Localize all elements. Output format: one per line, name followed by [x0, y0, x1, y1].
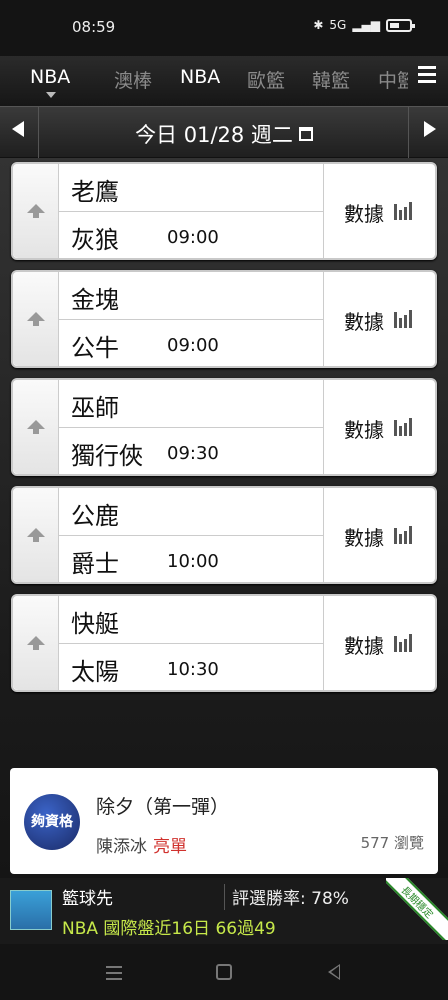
news-title: 除夕（第一彈） [96, 796, 230, 818]
league-tabs: NBA 澳棒 NBA 歐籃 韓籃 中籃 [0, 56, 448, 106]
banner-thumbnail [10, 890, 52, 930]
home-team: 爵士 [71, 550, 119, 578]
game-card[interactable]: 巫師 獨行俠 09:30 數據 [11, 378, 437, 476]
stats-label: 數據 [344, 526, 384, 550]
stats-button[interactable]: 數據 [323, 596, 435, 690]
author-avatar: 夠資格 [24, 794, 80, 850]
next-day-arrow-icon[interactable] [424, 121, 436, 137]
game-time: 10:30 [167, 659, 219, 680]
status-icons: ✱ 5G ▂▄▆ [313, 18, 415, 32]
team-divider [59, 211, 325, 212]
tab-korean-basketball[interactable]: 韓籃 [312, 66, 350, 93]
home-team: 獨行俠 [71, 442, 143, 470]
current-league-tab[interactable]: NBA [30, 66, 70, 88]
tab-dropdown-indicator [46, 92, 56, 98]
bar-chart-icon [394, 416, 414, 436]
pin-up-arrow-icon [27, 204, 45, 218]
game-card[interactable]: 老鷹 灰狼 09:00 數據 [11, 162, 437, 260]
game-time: 09:00 [167, 227, 219, 248]
back-icon[interactable] [328, 964, 340, 980]
game-time: 09:30 [167, 443, 219, 464]
home-team: 太陽 [71, 658, 119, 686]
news-tag: 亮單 [153, 837, 187, 857]
game-time: 10:00 [167, 551, 219, 572]
pin-up-arrow-icon [27, 312, 45, 326]
pin-button[interactable] [13, 596, 59, 690]
status-time: 08:59 [72, 18, 116, 36]
away-team: 金塊 [71, 286, 119, 314]
stats-label: 數據 [344, 202, 384, 226]
pin-up-arrow-icon [27, 528, 45, 542]
news-card[interactable]: 夠資格 除夕（第一彈） 陳添冰 亮單 577 瀏覽 [10, 768, 438, 874]
team-divider [59, 319, 325, 320]
bar-chart-icon [394, 200, 414, 220]
ribbon-label: 長期穩定 [386, 878, 448, 940]
home-team: 公牛 [71, 334, 119, 362]
tab-australian-baseball[interactable]: 澳棒 [114, 66, 152, 93]
tab-chinese-basketball[interactable]: 中籃 [378, 66, 408, 93]
system-nav-bar [0, 944, 448, 1000]
stats-label: 數據 [344, 310, 384, 334]
tab-euroleague[interactable]: 歐籃 [247, 66, 285, 93]
date-divider [408, 107, 409, 159]
bar-chart-icon [394, 308, 414, 328]
stats-button[interactable]: 數據 [323, 272, 435, 366]
pin-button[interactable] [13, 380, 59, 474]
game-time: 09:00 [167, 335, 219, 356]
date-label: 今日 01/28 週二 [135, 123, 293, 147]
network-label: 5G [329, 18, 347, 32]
date-bar: 今日 01/28 週二 [0, 106, 448, 159]
pin-up-arrow-icon [27, 636, 45, 650]
bar-chart-icon [394, 632, 414, 652]
date-selector[interactable]: 今日 01/28 週二 [0, 119, 448, 149]
bar-chart-icon [394, 524, 414, 544]
away-team: 公鹿 [71, 502, 119, 530]
battery-icon [386, 18, 415, 32]
news-views: 577 瀏覽 [360, 834, 424, 852]
recent-apps-icon[interactable] [106, 966, 122, 984]
game-card[interactable]: 金塊 公牛 09:00 數據 [11, 270, 437, 368]
pin-button[interactable] [13, 272, 59, 366]
banner-record: NBA 國際盤近16日 66過49 [62, 919, 276, 939]
game-card[interactable]: 快艇 太陽 10:30 數據 [11, 594, 437, 692]
pin-button[interactable] [13, 488, 59, 582]
banner-divider [224, 884, 225, 910]
signal-icon: ▂▄▆ [352, 18, 380, 32]
away-team: 巫師 [71, 394, 119, 422]
news-author-line: 陳添冰 亮單 [96, 832, 187, 857]
game-card[interactable]: 公鹿 爵士 10:00 數據 [11, 486, 437, 584]
away-team: 老鷹 [71, 178, 119, 206]
bluetooth-icon: ✱ [313, 18, 324, 32]
pin-button[interactable] [13, 164, 59, 258]
away-team: 快艇 [71, 610, 119, 638]
team-divider [59, 643, 325, 644]
stats-button[interactable]: 數據 [323, 164, 435, 258]
team-divider [59, 535, 325, 536]
home-team: 灰狼 [71, 226, 119, 254]
pin-up-arrow-icon [27, 420, 45, 434]
team-divider [59, 427, 325, 428]
stats-button[interactable]: 數據 [323, 488, 435, 582]
news-author: 陳添冰 [96, 837, 147, 857]
stats-label: 數據 [344, 418, 384, 442]
tab-nba[interactable]: NBA [180, 66, 220, 88]
menu-icon[interactable] [418, 66, 436, 87]
banner-ribbon: 長期穩定 [386, 878, 448, 940]
banner-name: 籃球先 [62, 889, 113, 909]
banner-win-rate: 評選勝率: 78% [232, 889, 349, 909]
calendar-icon [298, 127, 313, 141]
promo-banner[interactable]: 籃球先 評選勝率: 78% NBA 國際盤近16日 66過49 長期穩定 [0, 878, 448, 944]
stats-button[interactable]: 數據 [323, 380, 435, 474]
stats-label: 數據 [344, 634, 384, 658]
home-icon[interactable] [216, 964, 232, 980]
status-bar: 08:59 ✱ 5G ▂▄▆ [0, 0, 448, 56]
